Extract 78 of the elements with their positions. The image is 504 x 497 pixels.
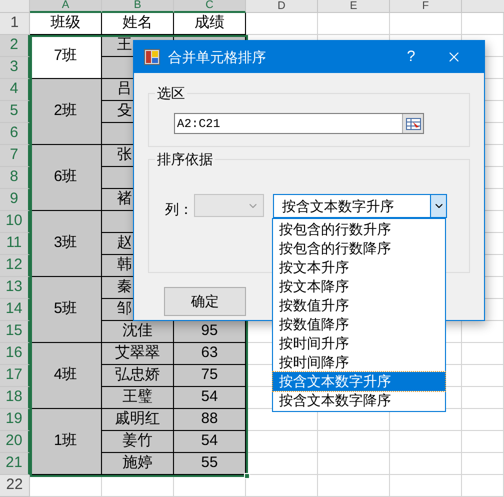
table-cell-text: 戚明红 bbox=[115, 409, 160, 430]
group-title: 排序依据 bbox=[155, 149, 215, 169]
table-cell-text: 韩 bbox=[117, 255, 132, 276]
column-header[interactable]: A bbox=[30, 0, 102, 13]
table-cell: 5班 bbox=[30, 277, 102, 343]
table-cell-text: 吕 bbox=[117, 79, 132, 100]
dropdown-option[interactable]: 按包含的行数升序 bbox=[273, 220, 445, 239]
table-cell-text: 55 bbox=[201, 453, 218, 474]
table-cell-text: 54 bbox=[201, 431, 218, 452]
row-header[interactable]: 2 bbox=[0, 35, 30, 57]
dropdown-option[interactable]: 按文本降序 bbox=[273, 277, 445, 296]
table-cell: 1班 bbox=[30, 409, 102, 475]
table-cell-text: 邹 bbox=[117, 299, 132, 320]
dropdown-option[interactable]: 按时间升序 bbox=[273, 334, 445, 353]
row-header[interactable]: 6 bbox=[0, 123, 30, 145]
row-header[interactable]: 20 bbox=[0, 431, 30, 453]
table-cell-text: 秦 bbox=[117, 277, 132, 298]
table-cell-text: 弘忠娇 bbox=[115, 365, 160, 386]
table-cell: 班级 bbox=[30, 13, 102, 35]
dropdown-option[interactable]: 按数值升序 bbox=[273, 296, 445, 315]
row-header[interactable]: 15 bbox=[0, 321, 30, 343]
help-button[interactable]: ? bbox=[396, 46, 426, 68]
dropdown-option[interactable]: 按时间降序 bbox=[273, 353, 445, 372]
table-cell-text: 63 bbox=[201, 343, 218, 364]
table-cell-text: 施婷 bbox=[122, 453, 152, 474]
row-header[interactable]: 13 bbox=[0, 277, 30, 299]
window-title: 合并单元格排序 bbox=[168, 48, 267, 66]
row-header[interactable]: 21 bbox=[0, 453, 30, 475]
row-header[interactable]: 16 bbox=[0, 343, 30, 365]
dropdown-option[interactable]: 按含文本数字升序 bbox=[273, 372, 445, 391]
column-header[interactable]: E bbox=[318, 0, 390, 13]
table-cell-text: 75 bbox=[201, 365, 218, 386]
row-header[interactable]: 11 bbox=[0, 233, 30, 255]
row-header[interactable]: 8 bbox=[0, 167, 30, 189]
table-cell: 2班 bbox=[30, 79, 102, 145]
row-header[interactable]: 1 bbox=[0, 13, 30, 35]
table-cell: 姓名 bbox=[102, 13, 174, 35]
column-label: 列： bbox=[165, 200, 193, 219]
row-header[interactable]: 17 bbox=[0, 365, 30, 387]
row-header[interactable]: 3 bbox=[0, 57, 30, 79]
table-cell-text: 褚 bbox=[117, 189, 132, 210]
table-cell-text: 王璧 bbox=[122, 387, 152, 408]
column-header[interactable]: B bbox=[102, 0, 174, 13]
dropdown-option[interactable]: 按数值降序 bbox=[273, 315, 445, 334]
table-cell: 3班 bbox=[30, 211, 102, 277]
row-header[interactable]: 4 bbox=[0, 79, 30, 101]
table-cell: 成绩 bbox=[174, 13, 246, 35]
table-cell-text: 王 bbox=[117, 35, 132, 56]
table-cell: 7班 bbox=[30, 35, 102, 79]
row-header[interactable]: 18 bbox=[0, 387, 30, 409]
table-cell-text: 张 bbox=[117, 145, 132, 166]
row-header[interactable]: 12 bbox=[0, 255, 30, 277]
row-header[interactable]: 14 bbox=[0, 299, 30, 321]
dropdown-option[interactable]: 按含文本数字降序 bbox=[273, 391, 445, 410]
table-cell-text: 54 bbox=[201, 387, 218, 408]
table-cell-text: 姜竹 bbox=[122, 431, 152, 452]
dropdown-option[interactable]: 按文本升序 bbox=[273, 258, 445, 277]
row-header[interactable]: 5 bbox=[0, 101, 30, 123]
table-cell-text: 赵 bbox=[117, 233, 132, 254]
dropdown-option[interactable]: 按包含的行数降序 bbox=[273, 239, 445, 258]
ok-button[interactable]: 确定 bbox=[164, 287, 246, 316]
table-cell-text: 沈佳 bbox=[122, 321, 152, 342]
column-header[interactable]: F bbox=[390, 0, 462, 13]
row-header[interactable]: 10 bbox=[0, 211, 30, 233]
table-cell: 4班 bbox=[30, 343, 102, 409]
column-header[interactable]: C bbox=[174, 0, 246, 13]
row-header[interactable]: 9 bbox=[0, 189, 30, 211]
column-header[interactable]: D bbox=[246, 0, 318, 13]
table-cell-text: 95 bbox=[201, 321, 218, 342]
row-header[interactable]: 19 bbox=[0, 409, 30, 431]
table-cell-text: 艾翠翠 bbox=[115, 343, 160, 364]
row-header[interactable]: 7 bbox=[0, 145, 30, 167]
table-cell: 6班 bbox=[30, 145, 102, 211]
row-header[interactable]: 22 bbox=[0, 475, 30, 497]
order-dropdown[interactable]: 按含文本数字升序 bbox=[273, 194, 447, 218]
table-cell-text: 88 bbox=[201, 409, 218, 430]
range-field[interactable]: A2:C21 bbox=[174, 113, 424, 134]
table-cell-text: 殳 bbox=[117, 101, 132, 122]
